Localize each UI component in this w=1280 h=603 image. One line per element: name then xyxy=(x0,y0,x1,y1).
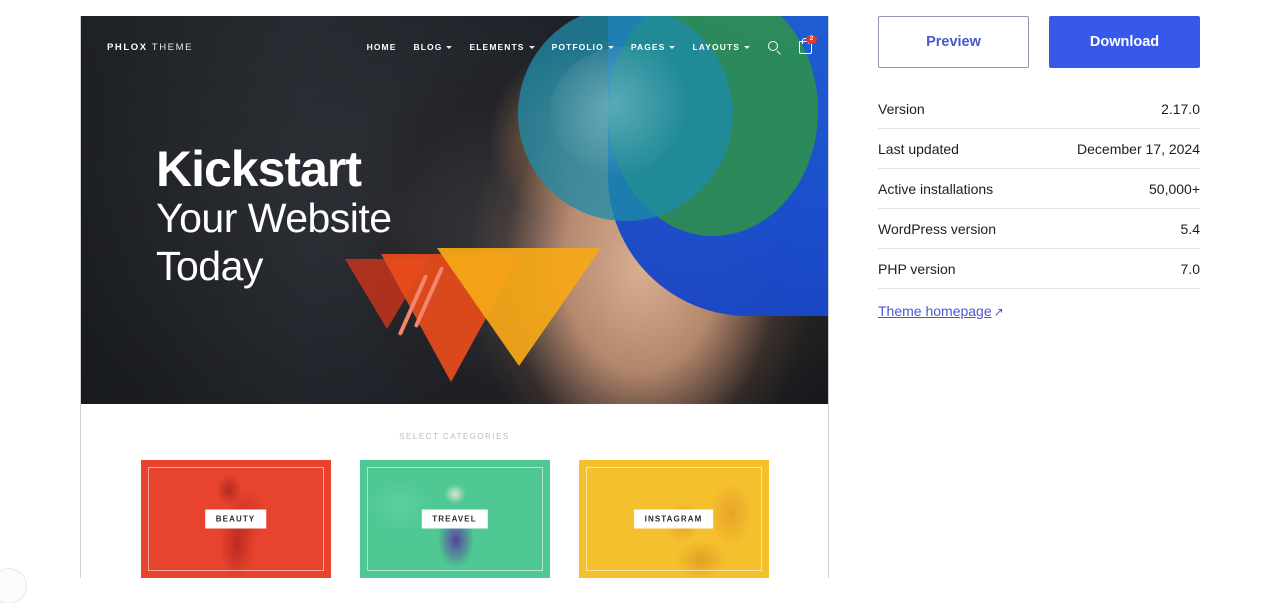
chevron-down-icon xyxy=(744,46,750,49)
chevron-down-icon xyxy=(528,46,535,49)
theme-info-sidebar: Preview Download Version 2.17.0 Last upd… xyxy=(878,16,1200,321)
theme-detail-page: PHLOX THEME HOME BLOG ELEMENTS POTFOLIO … xyxy=(0,0,1280,603)
download-button[interactable]: Download xyxy=(1049,16,1200,68)
nav-item-layouts[interactable]: LAYOUTS xyxy=(692,42,750,52)
table-row: WordPress version 5.4 xyxy=(878,209,1200,249)
meta-value: 7.0 xyxy=(1180,261,1200,277)
theme-hero-section: PHLOX THEME HOME BLOG ELEMENTS POTFOLIO … xyxy=(81,16,828,404)
hero-headline-line-2: Your Website xyxy=(156,195,392,241)
action-button-row: Preview Download xyxy=(878,16,1200,68)
theme-preview-card[interactable]: PHLOX THEME HOME BLOG ELEMENTS POTFOLIO … xyxy=(80,16,829,578)
category-card-beauty[interactable]: BEAUTY xyxy=(140,460,331,578)
nav-item-label: PAGES xyxy=(630,42,666,52)
nav-item-label: BLOG xyxy=(413,42,443,52)
meta-value: 50,000+ xyxy=(1149,181,1200,197)
table-row: Last updated December 17, 2024 xyxy=(878,129,1200,169)
cart-count-badge: 2 xyxy=(806,35,817,44)
theme-homepage-link[interactable]: Theme homepage ↗ xyxy=(878,303,1004,319)
hero-headline-line-3: Today xyxy=(156,243,263,290)
category-label: BEAUTY xyxy=(204,509,267,529)
nav-item-home[interactable]: HOME xyxy=(367,42,397,52)
hero-headline: Kickstart Your Website Today xyxy=(156,144,392,291)
category-card-instagram[interactable]: INSTAGRAM xyxy=(578,460,769,578)
hero-headline-line-1: Kickstart xyxy=(156,141,362,197)
meta-label: Last updated xyxy=(878,141,959,157)
logo-bold-text: PHLOX xyxy=(107,41,148,53)
chevron-down-icon xyxy=(446,46,453,49)
meta-label: PHP version xyxy=(878,261,956,277)
theme-nav-items: HOME BLOG ELEMENTS POTFOLIO PAGES LAYOUT… xyxy=(367,35,817,54)
table-row: Active installations 50,000+ xyxy=(878,169,1200,209)
nav-item-potfolio[interactable]: POTFOLIO xyxy=(552,42,614,52)
search-icon[interactable] xyxy=(767,40,781,54)
shopping-bag-icon[interactable]: 2 xyxy=(798,35,817,54)
categories-section-title: SELECT CATEGORIES xyxy=(399,432,510,441)
table-row: Version 2.17.0 xyxy=(878,97,1200,129)
corner-circle-decoration xyxy=(0,569,26,603)
chevron-down-icon xyxy=(607,46,614,49)
theme-metadata-table: Version 2.17.0 Last updated December 17,… xyxy=(878,97,1200,289)
meta-value: 5.4 xyxy=(1180,221,1200,237)
meta-value: December 17, 2024 xyxy=(1077,141,1200,157)
nav-item-label: ELEMENTS xyxy=(469,42,525,52)
theme-logo[interactable]: PHLOX THEME xyxy=(107,42,193,53)
yellow-triangle-decoration xyxy=(437,248,601,366)
nav-item-pages[interactable]: PAGES xyxy=(631,42,676,52)
meta-label: Version xyxy=(878,101,925,117)
nav-item-label: HOME xyxy=(366,42,397,52)
meta-label: WordPress version xyxy=(878,221,997,237)
table-row: PHP version 7.0 xyxy=(878,249,1200,289)
chevron-down-icon xyxy=(669,46,676,49)
category-label: INSTAGRAM xyxy=(633,509,714,529)
logo-light-text: THEME xyxy=(147,41,194,53)
category-card-treavel[interactable]: TREAVEL xyxy=(359,460,550,578)
categories-section: SELECT CATEGORIES BEAUTY TREAVEL INSTAGR… xyxy=(81,404,828,578)
nav-item-blog[interactable]: BLOG xyxy=(414,42,453,52)
external-link-icon: ↗ xyxy=(993,305,1004,319)
theme-nav-bar: PHLOX THEME HOME BLOG ELEMENTS POTFOLIO … xyxy=(81,16,828,78)
nav-item-label: POTFOLIO xyxy=(551,42,604,52)
magnifier-glyph xyxy=(768,41,778,51)
nav-item-label: LAYOUTS xyxy=(692,42,740,52)
category-label: TREAVEL xyxy=(421,509,488,529)
theme-homepage-label: Theme homepage xyxy=(878,303,992,319)
meta-value: 2.17.0 xyxy=(1161,101,1200,117)
meta-label: Active installations xyxy=(878,181,994,197)
preview-button[interactable]: Preview xyxy=(878,16,1029,68)
nav-item-elements[interactable]: ELEMENTS xyxy=(469,42,535,52)
category-card-row: BEAUTY TREAVEL INSTAGRAM xyxy=(81,460,828,578)
